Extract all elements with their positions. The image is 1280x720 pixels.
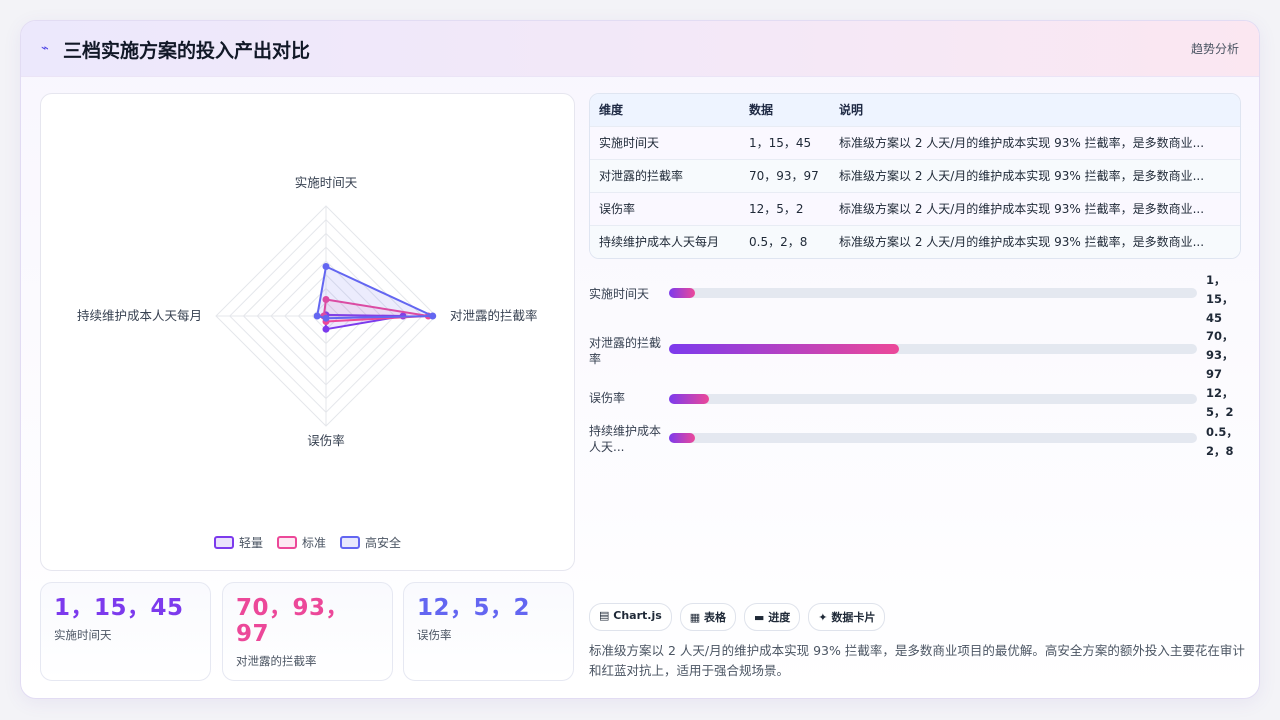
- kpi-label: 实施时间天: [54, 628, 112, 642]
- kpi-label: 误伤率: [417, 628, 452, 642]
- table-row: 对泄露的拦截率 70，93，97 标准级方案以 2 人天/月的维护成本实现 93…: [590, 158, 1240, 192]
- trend-analysis-link[interactable]: 趋势分析: [1191, 40, 1239, 57]
- progress-icon: ▬: [754, 611, 765, 624]
- header-bar: ⌁ 三档实施方案的投入产出对比 趋势分析: [21, 21, 1259, 77]
- radar-axis-label: 误伤率: [307, 433, 345, 448]
- progress-track: [669, 394, 1197, 404]
- radar-chart: 实施时间天对泄露的拦截率误伤率 持续维护成本人天每月: [77, 175, 538, 448]
- progress-track: [669, 433, 1197, 443]
- radar-data-point: [429, 312, 437, 320]
- chip-label: Chart.js: [613, 609, 662, 622]
- kpi-value: 70，93，97: [236, 595, 350, 647]
- radar-data-point: [322, 314, 330, 322]
- table-cell: 标准级方案以 2 人天/月的维护成本实现 93% 拦截率，是多数商业...: [830, 158, 1240, 192]
- table-cell: 70，93，97: [740, 158, 830, 192]
- column-header: 数据: [740, 94, 830, 126]
- progress-fill: [669, 433, 696, 443]
- radar-data-point: [313, 312, 321, 320]
- progress-value: 12，5，2: [1206, 386, 1234, 419]
- trend-icon: ⌁: [41, 41, 49, 56]
- kpi-card-implementation-time: 1，15，45 实施时间天: [40, 582, 211, 681]
- chip-data-cards[interactable]: ✦ 数据卡片: [808, 603, 886, 631]
- progress-fill: [669, 344, 899, 354]
- radar-chart-card: 实施时间天对泄露的拦截率误伤率 持续维护成本人天每月 轻量 标准 高安全: [40, 93, 575, 571]
- radar-data-point: [322, 263, 330, 270]
- table-cell: 1，15，45: [740, 125, 830, 159]
- table-cell: 0.5，2，8: [740, 224, 830, 258]
- chip-label: 表格: [704, 611, 727, 624]
- kpi-label: 对泄露的拦截率: [236, 654, 317, 668]
- kpi-value: 1，15，45: [54, 595, 184, 621]
- table-cell: 持续维护成本人天每月: [590, 224, 740, 258]
- radar-axis-label: 持续维护成本人天每月: [77, 308, 202, 323]
- legend-item-light[interactable]: 轻量: [213, 534, 263, 551]
- kpi-card-interception-rate: 70，93，97 对泄露的拦截率: [222, 582, 393, 681]
- table-cell: 实施时间天: [590, 125, 740, 159]
- column-header: 维度: [590, 94, 740, 126]
- chip-label: 进度: [768, 611, 791, 624]
- table-cell: 标准级方案以 2 人天/月的维护成本实现 93% 拦截率，是多数商业...: [830, 125, 1240, 159]
- progress-label: 误伤率: [589, 391, 626, 405]
- progress-label: 实施时间天: [589, 287, 650, 301]
- progress-track: [669, 344, 1197, 354]
- progress-value: 70，93，97: [1206, 329, 1234, 381]
- progress-fill: [669, 288, 696, 298]
- radar-series-area: [316, 265, 434, 320]
- table-header-row: 维度 数据 说明: [590, 94, 1240, 126]
- table-cell: 12，5，2: [740, 191, 830, 225]
- chart-legend: 轻量 标准 高安全: [41, 534, 574, 551]
- table-row: 实施时间天 1，15，45 标准级方案以 2 人天/月的维护成本实现 93% 拦…: [590, 125, 1240, 159]
- table-cell: 标准级方案以 2 人天/月的维护成本实现 93% 拦截率，是多数商业...: [830, 191, 1240, 225]
- progress-value: 1，15，45: [1206, 273, 1234, 325]
- radar-axis-label: 实施时间天: [295, 175, 358, 190]
- legend-item-standard[interactable]: 标准: [276, 534, 326, 551]
- table-row: 持续维护成本人天每月 0.5，2，8 标准级方案以 2 人天/月的维护成本实现 …: [590, 224, 1240, 258]
- table-row: 误伤率 12，5，2 标准级方案以 2 人天/月的维护成本实现 93% 拦截率，…: [590, 191, 1240, 225]
- table-cell: 标准级方案以 2 人天/月的维护成本实现 93% 拦截率，是多数商业...: [830, 224, 1240, 258]
- progress-track: [669, 288, 1197, 298]
- chip-label: 数据卡片: [831, 611, 876, 624]
- kpi-value: 12，5，2: [417, 595, 531, 621]
- radar-data-point: [322, 325, 330, 333]
- tag-chips: ▤ Chart.js ▦ 表格 ▬ 进度 ✦ 数据卡片: [589, 603, 886, 631]
- progress-label: 对泄露的拦截率: [589, 336, 662, 366]
- chip-progress[interactable]: ▬ 进度: [744, 603, 801, 631]
- chip-table[interactable]: ▦ 表格: [679, 603, 737, 631]
- column-header: 说明: [830, 94, 1240, 126]
- page-title: 三档实施方案的投入产出对比: [63, 40, 311, 62]
- table-cell: 误伤率: [590, 191, 740, 225]
- legend-swatch: [340, 536, 360, 549]
- legend-swatch: [213, 536, 234, 549]
- legend-item-high-security[interactable]: 高安全: [340, 534, 401, 551]
- summary-text: 标准级方案以 2 人天/月的维护成本实现 93% 拦截率，是多数商业项目的最优解…: [589, 643, 1245, 678]
- sparkle-icon: ✦: [818, 611, 828, 624]
- table-cell: 对泄露的拦截率: [590, 158, 740, 192]
- kpi-card-false-positive-rate: 12，5，2 误伤率: [403, 582, 574, 681]
- legend-label: 高安全: [365, 536, 402, 550]
- chart-icon: ▤: [599, 609, 610, 622]
- chip-chartjs[interactable]: ▤ Chart.js: [589, 603, 672, 631]
- progress-fill: [669, 394, 709, 404]
- table-icon: ▦: [689, 611, 701, 624]
- legend-label: 轻量: [238, 536, 263, 550]
- legend-swatch: [276, 536, 297, 549]
- radar-axis-label: 对泄露的拦截率: [450, 308, 538, 323]
- progress-label: 持续维护成本人天...: [589, 424, 662, 454]
- data-table: 维度 数据 说明 实施时间天 1，15，45 标准级方案以 2 人天/月的维护成…: [589, 93, 1241, 259]
- progress-value: 0.5，2，8: [1206, 425, 1238, 458]
- legend-label: 标准: [301, 536, 326, 550]
- main-card: ⌁ 三档实施方案的投入产出对比 趋势分析 实施时间天 对泄露的拦截率 误伤率 持续维护…: [20, 20, 1260, 699]
